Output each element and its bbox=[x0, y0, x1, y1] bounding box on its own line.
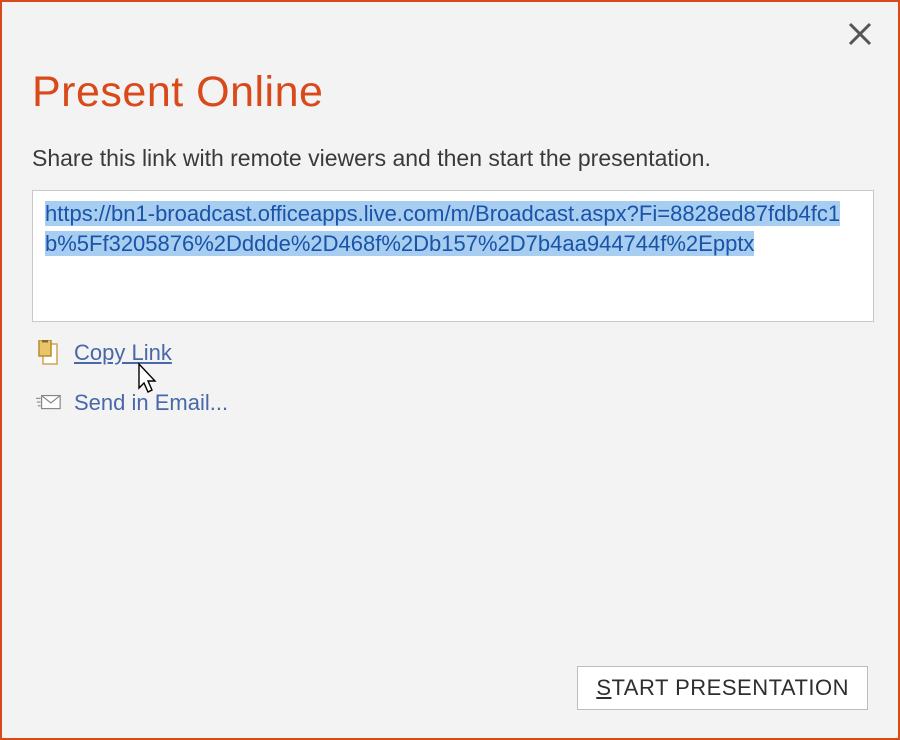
copy-link-label: Copy Link bbox=[74, 340, 172, 366]
dialog-title: Present Online bbox=[32, 68, 868, 117]
copy-link-action[interactable]: Copy Link bbox=[36, 340, 172, 366]
close-button[interactable] bbox=[840, 14, 880, 54]
share-link-text: https://bn1-broadcast.officeapps.live.co… bbox=[45, 201, 840, 256]
present-online-dialog: Present Online Share this link with remo… bbox=[0, 0, 900, 740]
send-email-action[interactable]: Send in Email... bbox=[36, 390, 228, 416]
email-icon bbox=[36, 390, 62, 416]
send-email-label: Send in Email... bbox=[74, 390, 228, 416]
start-presentation-rest: TART PRESENTATION bbox=[612, 675, 850, 700]
close-icon bbox=[847, 21, 873, 47]
link-actions: Copy Link Send in Email... bbox=[32, 340, 868, 416]
dialog-content: Present Online Share this link with remo… bbox=[2, 2, 898, 470]
clipboard-icon bbox=[36, 340, 62, 366]
instruction-text: Share this link with remote viewers and … bbox=[32, 145, 868, 172]
share-link-field[interactable]: https://bn1-broadcast.officeapps.live.co… bbox=[32, 190, 874, 322]
start-presentation-accelerator: S bbox=[596, 675, 611, 700]
start-presentation-button[interactable]: START PRESENTATION bbox=[577, 666, 868, 710]
